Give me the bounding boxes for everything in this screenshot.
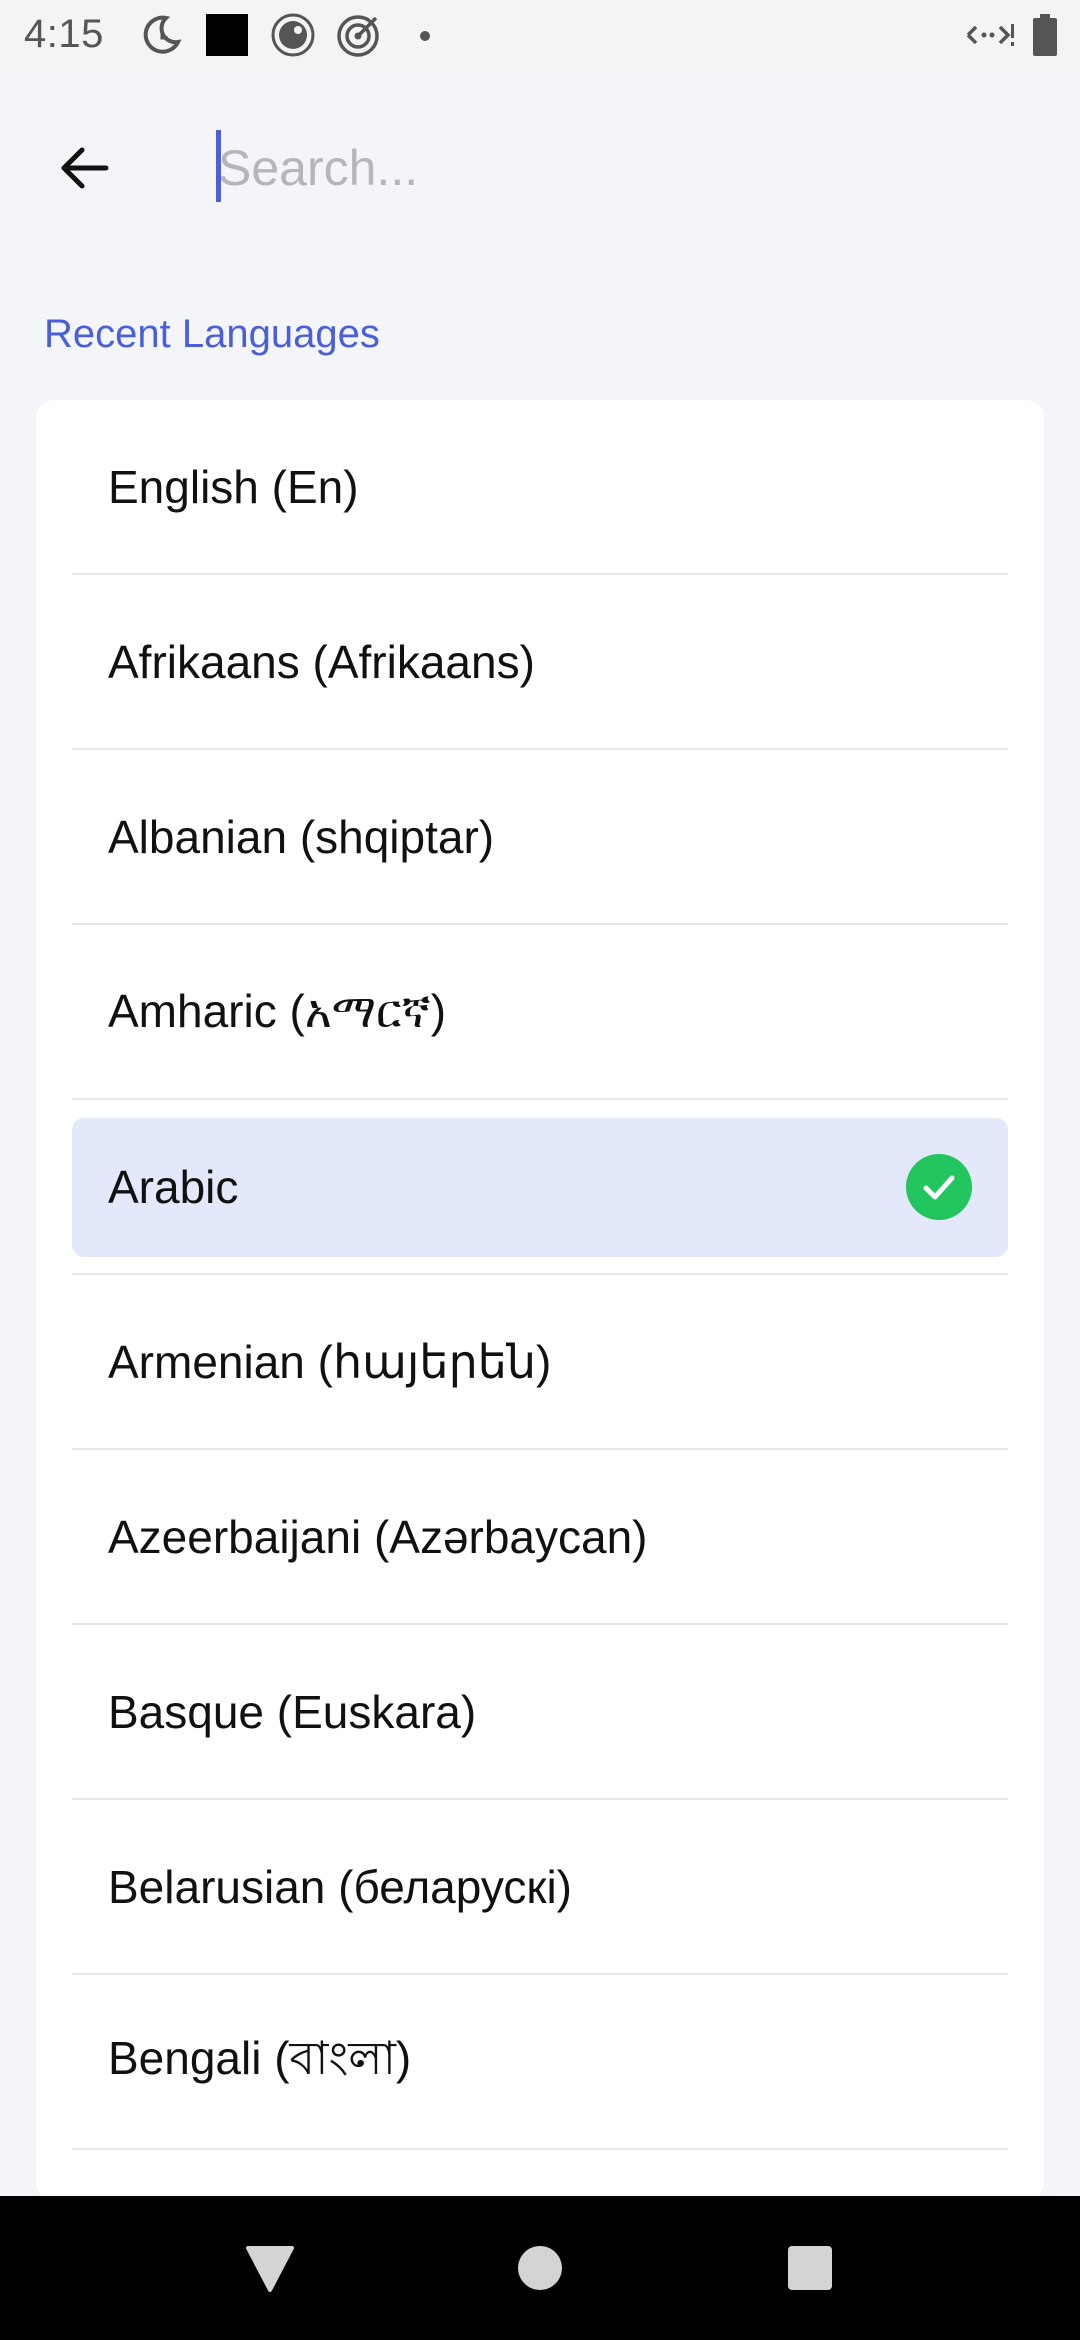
language-label: Amharic (አማርኛ): [108, 984, 447, 1037]
battery-icon: [1033, 14, 1057, 56]
language-list-card: English (En) Afrikaans (Afrikaans) Alban…: [36, 400, 1044, 2200]
check-circle-icon: [906, 1153, 972, 1220]
language-item-armenian[interactable]: Armenian (հայերեն): [72, 1275, 1008, 1450]
language-picker-screen: 4:15 Search... Recent Languages English …: [0, 0, 1080, 2340]
language-item-amharic[interactable]: Amharic (አማርኛ): [72, 925, 1008, 1100]
search-input[interactable]: [218, 128, 1018, 208]
target-icon: [337, 15, 379, 57]
text-cursor: [216, 130, 221, 202]
language-label: Afrikaans (Afrikaans): [108, 635, 535, 688]
back-button[interactable]: [48, 132, 120, 204]
nav-recents-icon[interactable]: [780, 2238, 840, 2298]
record-icon: [271, 13, 315, 57]
nav-back-icon[interactable]: [240, 2238, 300, 2298]
do-not-disturb-icon: [143, 15, 182, 54]
language-item-bengali[interactable]: Bengali (বাংলা): [72, 1975, 1008, 2150]
search-header: [0, 70, 1080, 270]
status-bar: 4:15: [0, 0, 1080, 70]
language-label: Armenian (հայերեն): [108, 1335, 552, 1388]
language-label: English (En): [108, 460, 359, 513]
language-label: Bengali (বাংলা): [108, 2031, 412, 2084]
status-time: 4:15: [24, 12, 104, 56]
language-item-azerbaijani[interactable]: Azeerbaijani (Azərbaycan): [72, 1450, 1008, 1625]
language-label: Albanian (shqiptar): [108, 810, 495, 863]
language-item-basque[interactable]: Basque (Euskara): [72, 1625, 1008, 1800]
navigation-bar: [0, 2196, 1080, 2340]
language-item-english[interactable]: English (En): [72, 400, 1008, 575]
language-label: Belarusian (беларускі): [108, 1860, 572, 1913]
data-saver-icon: [966, 24, 1014, 46]
language-list: English (En) Afrikaans (Afrikaans) Alban…: [72, 400, 1008, 2150]
section-title-recent-languages: Recent Languages: [44, 312, 380, 356]
language-label: Azeerbaijani (Azərbaycan): [108, 1510, 648, 1563]
language-label: Arabic: [108, 1160, 239, 1213]
language-label: Basque (Euskara): [108, 1685, 477, 1738]
language-item-belarusian[interactable]: Belarusian (беларускі): [72, 1800, 1008, 1975]
language-item-arabic[interactable]: Arabic: [72, 1100, 1008, 1275]
language-item-albanian[interactable]: Albanian (shqiptar): [72, 750, 1008, 925]
nav-home-icon[interactable]: [510, 2238, 570, 2298]
square-app-icon: [206, 14, 248, 56]
more-dot-icon: [420, 31, 430, 41]
language-item-afrikaans[interactable]: Afrikaans (Afrikaans): [72, 575, 1008, 750]
arrow-back-icon: [61, 147, 109, 189]
